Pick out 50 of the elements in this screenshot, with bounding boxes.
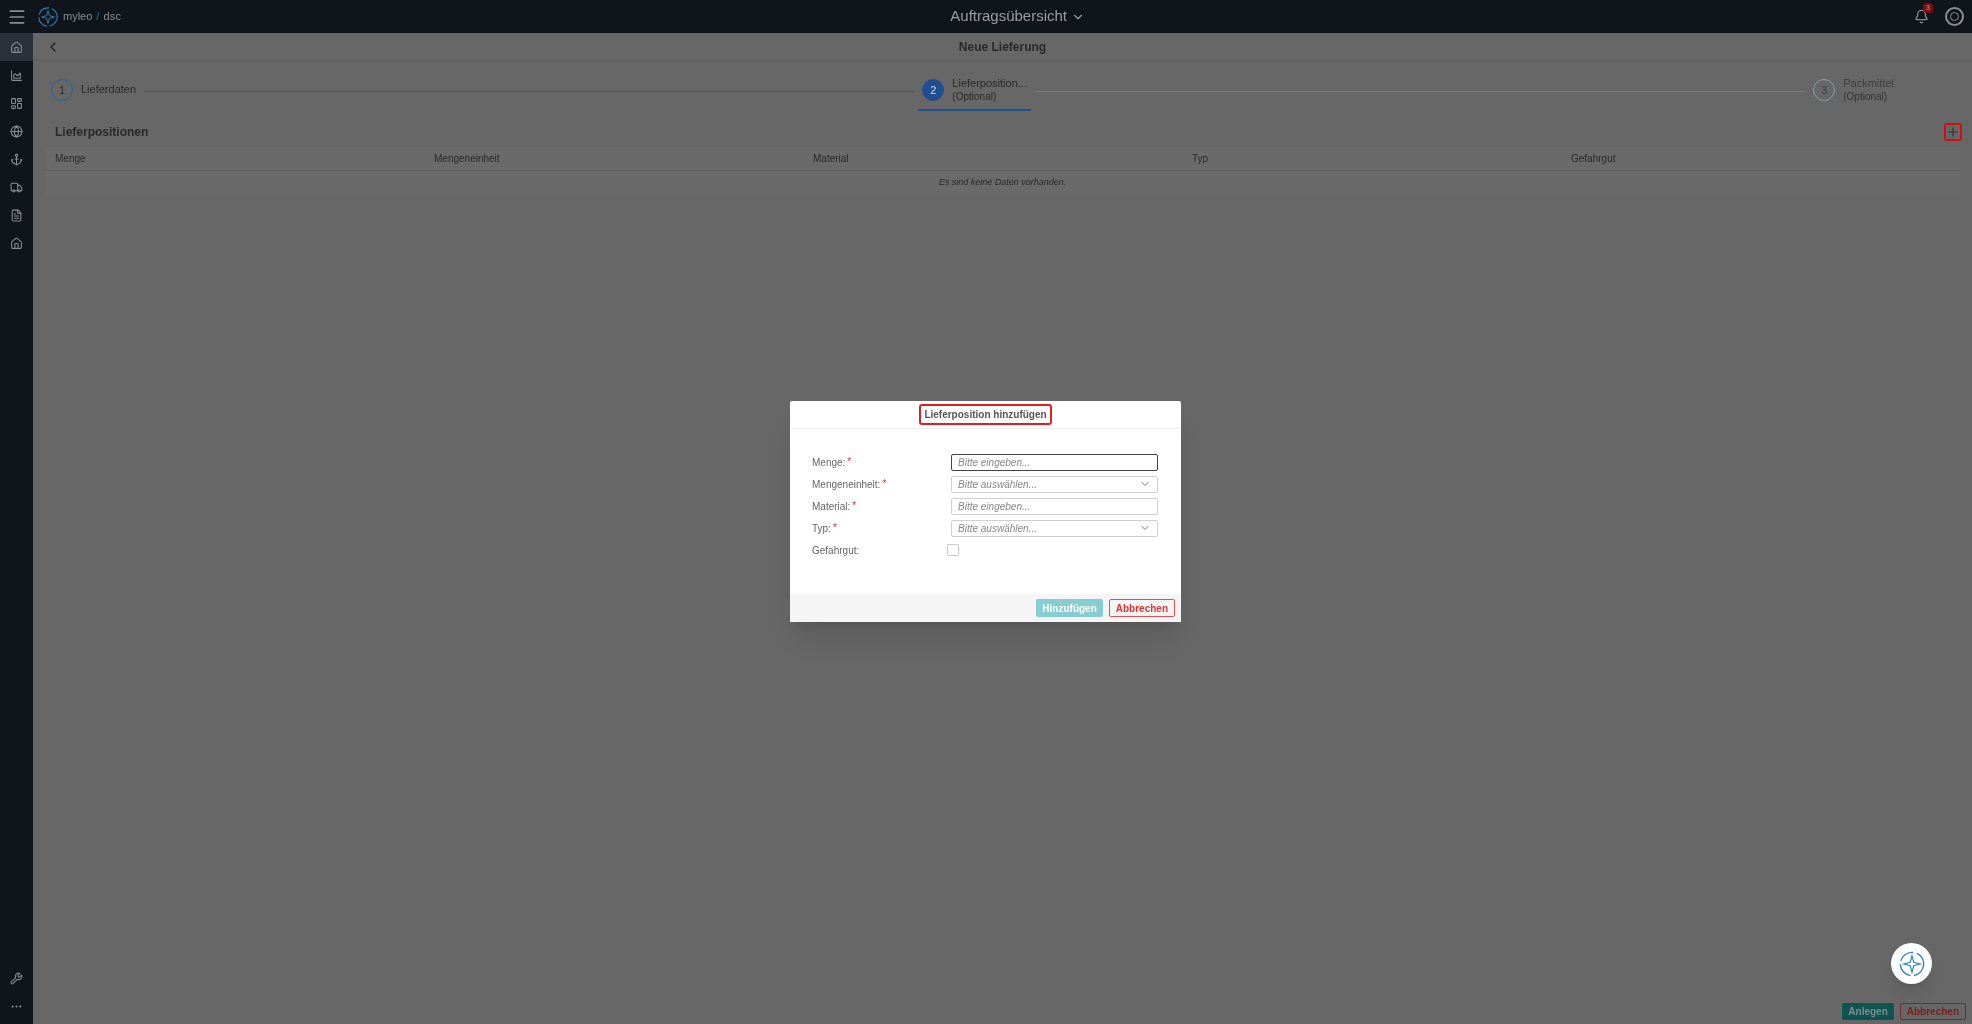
brand-name: myleo: [63, 9, 93, 25]
anchor-icon: [10, 152, 23, 166]
home-icon: [10, 40, 23, 54]
input-field[interactable]: Bitte eingeben...: [951, 453, 1158, 471]
home-icon: [10, 236, 23, 250]
wrench-icon: [10, 971, 23, 985]
column-header: Gefahrgut: [1571, 152, 1617, 166]
step[interactable]: 1 Lieferdaten: [47, 71, 141, 111]
empty-message: Es sind keine Daten vorhanden.: [938, 176, 1067, 190]
step-number: 2: [922, 79, 945, 101]
chart-icon: [10, 68, 23, 82]
assistant-icon: [1897, 949, 1926, 978]
page-title: Neue Lieferung: [958, 38, 1047, 56]
column-header: Mengeneinheit: [434, 152, 501, 166]
field-label: Material:: [812, 499, 851, 514]
step-label: Lieferdaten: [81, 83, 137, 97]
view-switcher[interactable]: Auftragsübersicht: [950, 5, 1086, 28]
field-label: Mengeneinheit:: [812, 477, 881, 492]
required-mark: *: [832, 523, 837, 533]
column-header: Menge: [55, 152, 87, 166]
column-header: Material: [813, 152, 850, 166]
field-label: Typ:: [812, 521, 831, 536]
dialog-title: Lieferposition hinzufügen: [919, 404, 1052, 425]
required-mark: *: [882, 479, 887, 489]
truck-icon: [10, 180, 23, 194]
plus-icon: [1946, 125, 1960, 139]
field-label: Gefahrgut:: [812, 543, 860, 558]
step-label: Lieferposition...: [952, 76, 1027, 91]
select-field[interactable]: Bitte auswählen...: [951, 475, 1158, 493]
brand-separator: /: [96, 9, 100, 25]
required-mark: *: [852, 501, 857, 511]
section-title: Lieferpositionen: [55, 124, 149, 141]
logo-icon: [37, 5, 59, 28]
required-mark: *: [847, 457, 852, 467]
step-sublabel: (Optional): [952, 90, 998, 104]
dashboard-icon: [10, 96, 23, 110]
select-field[interactable]: Bitte auswählen...: [951, 519, 1158, 537]
document-icon: [10, 208, 23, 222]
checkbox[interactable]: [947, 544, 959, 556]
bell-icon[interactable]: [1914, 9, 1929, 24]
cancel-button[interactable]: Abbrechen: [1108, 599, 1175, 617]
step[interactable]: 2 Lieferposition... (Optional): [918, 71, 1031, 111]
create-button[interactable]: Anlegen: [1842, 1003, 1894, 1020]
globe-icon: [10, 124, 23, 138]
field-label: Menge:: [812, 455, 846, 470]
column-header: Typ: [1192, 152, 1210, 166]
user-avatar[interactable]: [1945, 7, 1964, 26]
product-name: dsc: [103, 9, 122, 25]
chat-assistant-button[interactable]: [1891, 943, 1932, 984]
sidebar-item[interactable]: [0, 33, 33, 61]
